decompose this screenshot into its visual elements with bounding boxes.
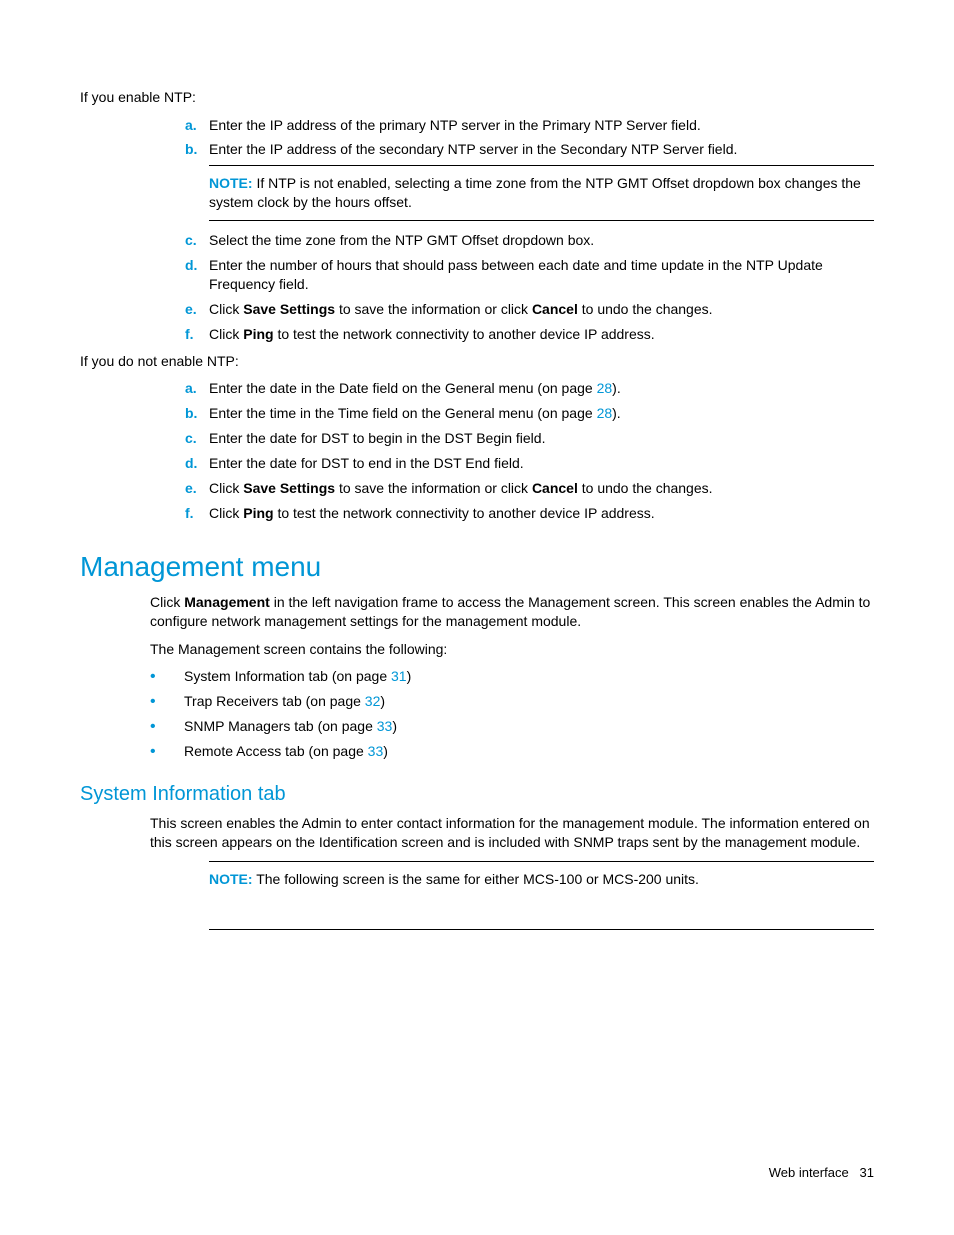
list-marker: e. <box>185 300 209 319</box>
note-label: NOTE: <box>209 871 253 887</box>
list-text: Click Ping to test the network connectiv… <box>209 325 874 344</box>
note-text: If NTP is not enabled, selecting a time … <box>209 175 861 210</box>
page-link-32[interactable]: 32 <box>365 693 381 709</box>
list-marker: e. <box>185 479 209 498</box>
page-link-33[interactable]: 33 <box>368 743 384 759</box>
list-marker: d. <box>185 454 209 473</box>
list2-item-d: d. Enter the date for DST to end in the … <box>185 454 874 473</box>
list-marker: a. <box>185 116 209 135</box>
page-link-33[interactable]: 33 <box>377 718 393 734</box>
list2-item-b: b. Enter the time in the Time field on t… <box>185 404 874 423</box>
page-link-31[interactable]: 31 <box>391 668 407 684</box>
intro-no-ntp: If you do not enable NTP: <box>80 352 874 372</box>
list-text: Enter the date for DST to end in the DST… <box>209 454 874 473</box>
list-text: Enter the IP address of the primary NTP … <box>209 116 874 135</box>
heading-system-info-tab: System Information tab <box>80 783 874 806</box>
list-marker: f. <box>185 325 209 344</box>
list1-item-f: f. Click Ping to test the network connec… <box>185 325 874 344</box>
note-box-2: NOTE: The following screen is the same f… <box>209 861 874 930</box>
list2-item-e: e. Click Save Settings to save the infor… <box>185 479 874 498</box>
intro-enable-ntp: If you enable NTP: <box>80 88 874 108</box>
bullet-icon: • <box>150 692 174 711</box>
list2-item-c: c. Enter the date for DST to begin in th… <box>185 429 874 448</box>
list-text: Click Save Settings to save the informat… <box>209 479 874 498</box>
list-text: Enter the number of hours that should pa… <box>209 256 874 294</box>
heading-management-menu: Management menu <box>80 551 874 583</box>
list-text: SNMP Managers tab (on page 33) <box>174 717 874 736</box>
list-text: Enter the IP address of the secondary NT… <box>209 140 874 159</box>
list-marker: f. <box>185 504 209 523</box>
page-link-28[interactable]: 28 <box>597 405 613 421</box>
list-text: Enter the date in the Date field on the … <box>209 379 874 398</box>
list-marker: d. <box>185 256 209 294</box>
sysinfo-para: This screen enables the Admin to enter c… <box>150 814 874 853</box>
bullet-item-snmp: • SNMP Managers tab (on page 33) <box>150 717 874 736</box>
list-marker: b. <box>185 404 209 423</box>
list-text: Enter the date for DST to begin in the D… <box>209 429 874 448</box>
mgmt-para-1: Click Management in the left navigation … <box>150 593 874 632</box>
list1-item-c: c. Select the time zone from the NTP GMT… <box>185 231 874 250</box>
bullet-item-trap: • Trap Receivers tab (on page 32) <box>150 692 874 711</box>
page-footer: Web interface 31 <box>769 1165 874 1180</box>
list-text: Click Save Settings to save the informat… <box>209 300 874 319</box>
list1-item-b: b. Enter the IP address of the secondary… <box>185 140 874 159</box>
list1-item-a: a. Enter the IP address of the primary N… <box>185 116 874 135</box>
list1-item-d: d. Enter the number of hours that should… <box>185 256 874 294</box>
list-marker: b. <box>185 140 209 159</box>
bullet-item-sysinfo: • System Information tab (on page 31) <box>150 667 874 686</box>
list-marker: a. <box>185 379 209 398</box>
list2-item-a: a. Enter the date in the Date field on t… <box>185 379 874 398</box>
list-text: System Information tab (on page 31) <box>174 667 874 686</box>
bullet-icon: • <box>150 742 174 761</box>
list-text: Enter the time in the Time field on the … <box>209 404 874 423</box>
list1-item-e: e. Click Save Settings to save the infor… <box>185 300 874 319</box>
list-text: Trap Receivers tab (on page 32) <box>174 692 874 711</box>
list-marker: c. <box>185 429 209 448</box>
list-text: Select the time zone from the NTP GMT Of… <box>209 231 874 250</box>
note-label: NOTE: <box>209 175 253 191</box>
footer-section: Web interface <box>769 1165 849 1180</box>
mgmt-para-2: The Management screen contains the follo… <box>150 640 874 660</box>
list-text: Click Ping to test the network connectiv… <box>209 504 874 523</box>
note-text: The following screen is the same for eit… <box>253 871 699 887</box>
footer-page-number: 31 <box>860 1165 874 1180</box>
bullet-item-remote: • Remote Access tab (on page 33) <box>150 742 874 761</box>
list-marker: c. <box>185 231 209 250</box>
note-box-1: NOTE: If NTP is not enabled, selecting a… <box>209 165 874 221</box>
bullet-icon: • <box>150 667 174 686</box>
list2-item-f: f. Click Ping to test the network connec… <box>185 504 874 523</box>
list-text: Remote Access tab (on page 33) <box>174 742 874 761</box>
bullet-icon: • <box>150 717 174 736</box>
page-link-28[interactable]: 28 <box>597 380 613 396</box>
